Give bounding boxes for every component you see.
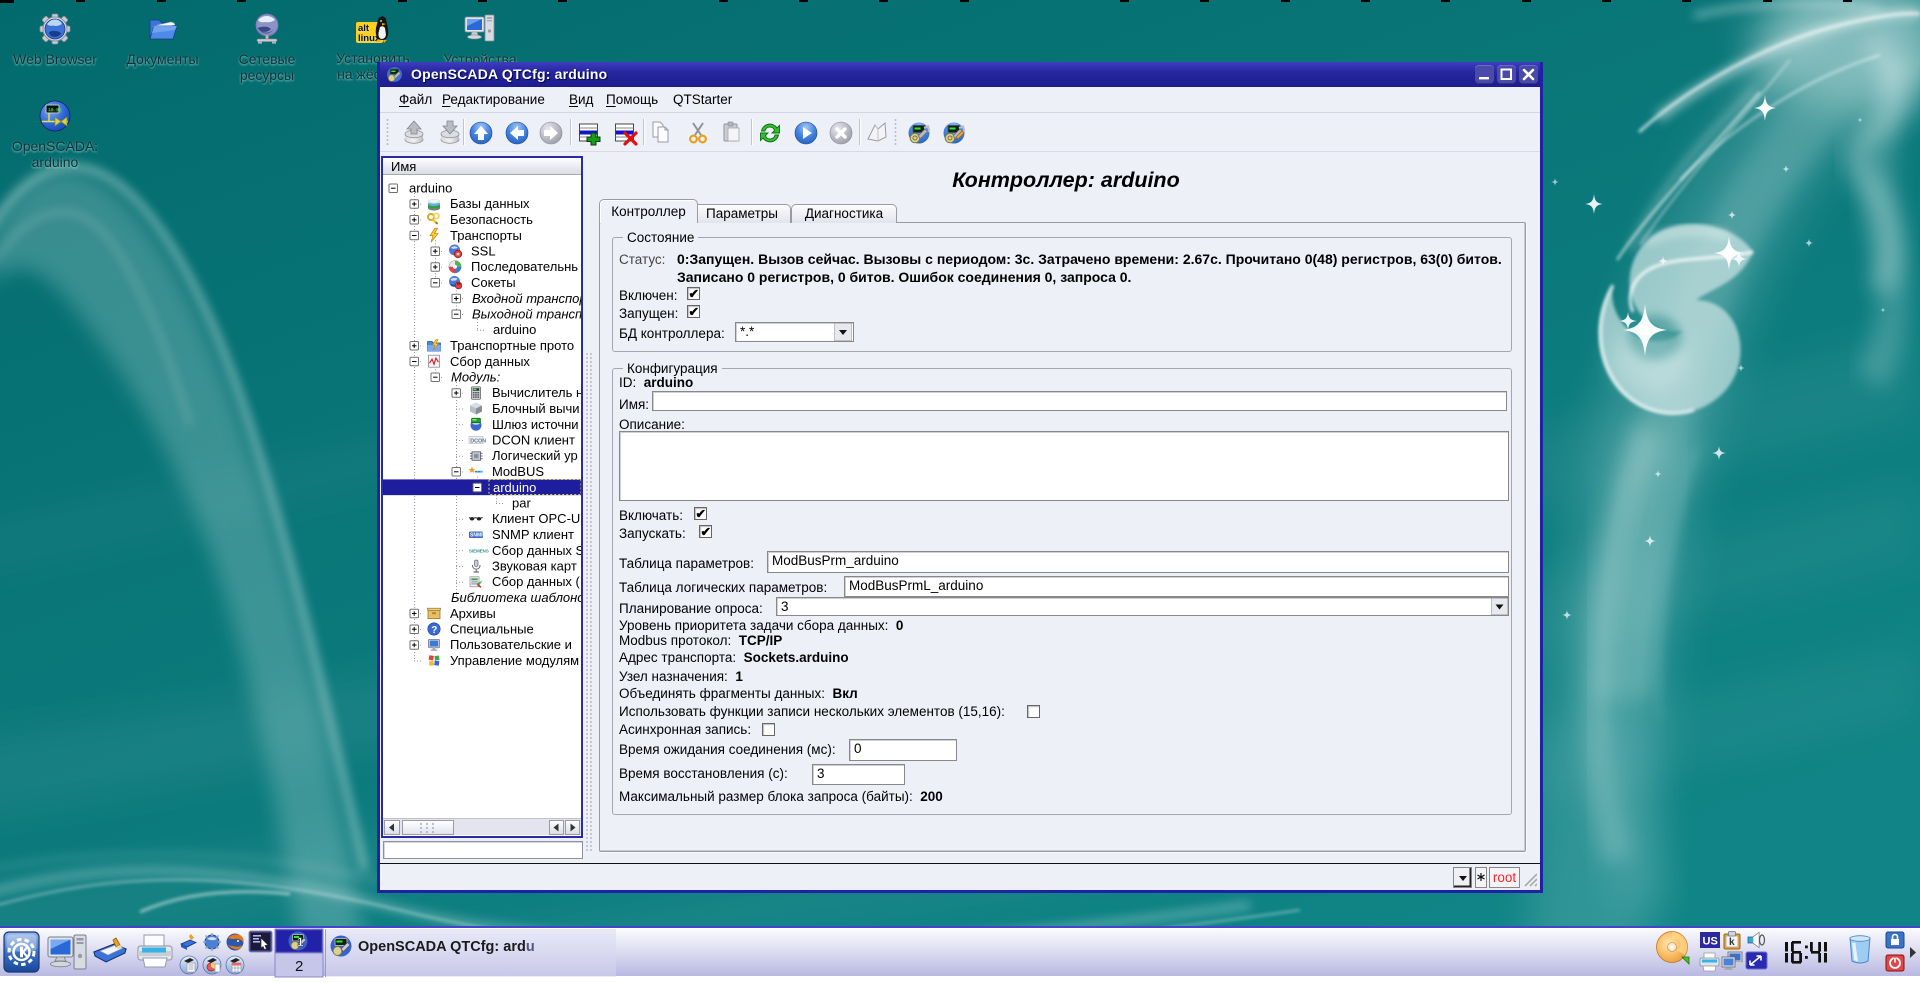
svg-text:arduino: arduino	[493, 480, 536, 495]
svg-text:10.95: 10.95	[48, 107, 62, 113]
svg-text:Пользовательские и: Пользовательские и	[450, 637, 572, 652]
svg-text:arduino: arduino	[493, 322, 536, 337]
svg-text:SSL: SSL	[471, 244, 496, 259]
svg-text:Блочный вычи: Блочный вычи	[492, 401, 580, 416]
svg-text:Библиотека шаблоно: Библиотека шаблоно	[451, 590, 581, 605]
svg-text:Сбор данных S: Сбор данных S	[492, 543, 581, 558]
svg-text:Вычислитель н: Вычислитель н	[492, 385, 581, 400]
svg-text:arduino: arduino	[409, 181, 452, 196]
svg-text:Безопасность: Безопасность	[450, 212, 533, 227]
svg-text:Выходной транспо: Выходной транспо	[472, 307, 581, 322]
svg-text:SNMP клиент: SNMP клиент	[492, 527, 574, 542]
svg-text:1: 1	[297, 935, 304, 949]
svg-text:Архивы: Архивы	[450, 606, 496, 621]
svg-text:Базы данных: Базы данных	[450, 196, 530, 211]
svg-text:k: k	[1729, 937, 1735, 948]
svg-text:Шлюз источни: Шлюз источни	[492, 417, 579, 432]
svg-text:Транспортные прото: Транспортные прото	[450, 338, 574, 353]
svg-text:par: par	[512, 496, 531, 511]
svg-text:Входной транспор: Входной транспор	[472, 291, 581, 306]
svg-text:Клиент OPC-U: Клиент OPC-U	[492, 511, 580, 526]
svg-text:Модуль:: Модуль:	[451, 370, 501, 385]
svg-text:Сокеты: Сокеты	[471, 275, 516, 290]
svg-text:Управление модулям: Управление модулям	[450, 653, 579, 668]
svg-text:DCON клиент: DCON клиент	[492, 433, 575, 448]
svg-text:Сбор данных: Сбор данных	[450, 354, 530, 369]
svg-text:Транспорты: Транспорты	[450, 228, 522, 243]
svg-text:US: US	[1703, 936, 1718, 948]
svg-text:2: 2	[295, 958, 303, 975]
svg-text:Логический ур: Логический ур	[492, 448, 578, 463]
svg-text:ModBUS: ModBUS	[492, 464, 544, 479]
svg-text:Специальные: Специальные	[450, 622, 534, 637]
svg-text:Сбор данных (: Сбор данных (	[492, 574, 581, 589]
svg-text:OpenSCADA QTCfg: ardu: OpenSCADA QTCfg: ardu	[358, 939, 535, 955]
svg-text:Последовательнь: Последовательнь	[471, 259, 578, 274]
svg-text:Звуковая карт: Звуковая карт	[492, 559, 577, 574]
